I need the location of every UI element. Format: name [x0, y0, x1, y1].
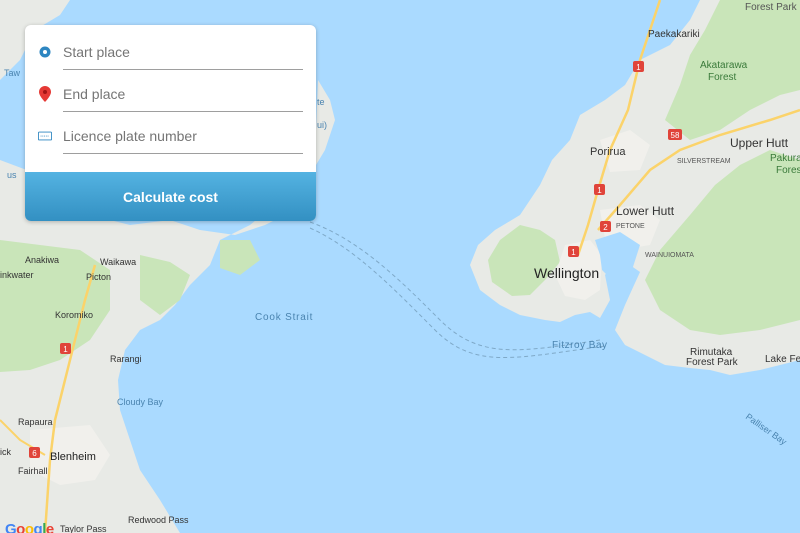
- label-cloudy-bay: Cloudy Bay: [117, 397, 164, 407]
- start-location-icon: [38, 45, 52, 59]
- label-ui: ui): [317, 120, 327, 130]
- label-rarangi: Rarangi: [110, 354, 142, 364]
- label-petone: PETONE: [616, 223, 645, 230]
- highway-shield-6: 6: [29, 447, 40, 458]
- label-rapaura: Rapaura: [18, 417, 53, 427]
- route-form-panel: Calculate cost: [25, 25, 316, 221]
- licence-plate-input[interactable]: [63, 118, 303, 154]
- end-place-input[interactable]: [63, 76, 303, 112]
- label-linkwater: inkwater: [0, 270, 34, 280]
- highway-shield-2: 2: [600, 221, 611, 232]
- label-taylor-pass: Taylor Pass: [60, 524, 107, 533]
- map-pin-icon: [38, 86, 52, 102]
- label-koromiko: Koromiko: [55, 310, 93, 320]
- label-lower-hutt: Lower Hutt: [616, 204, 675, 218]
- label-ick: ick: [0, 447, 11, 457]
- label-waikawa: Waikawa: [100, 257, 136, 267]
- svg-text:1: 1: [571, 248, 576, 257]
- label-forest-park: Forest Park: [745, 2, 798, 13]
- highway-shield-1c: 1: [568, 246, 579, 257]
- label-picton: Picton: [86, 272, 111, 282]
- label-fitzroy-bay: Fitzroy Bay: [552, 340, 608, 351]
- label-taw: Taw: [4, 68, 21, 78]
- label-akatarawa-1: Akatarawa: [700, 60, 748, 71]
- label-lake-fe: Lake Fe: [765, 354, 800, 365]
- svg-text:1: 1: [636, 63, 641, 72]
- label-te: te: [317, 97, 325, 107]
- start-place-input[interactable]: [63, 34, 303, 70]
- label-cook-strait: Cook Strait: [255, 312, 313, 323]
- label-akatarawa-2: Forest: [708, 72, 737, 83]
- label-redwood-pass: Redwood Pass: [128, 515, 189, 525]
- svg-text:1: 1: [597, 186, 602, 195]
- label-blenheim: Blenheim: [50, 451, 96, 463]
- google-attribution-logo[interactable]: Google: [5, 521, 54, 533]
- label-wellington: Wellington: [534, 265, 599, 281]
- label-silverstream: SILVERSTREAM: [677, 158, 731, 165]
- licence-plate-row: [25, 115, 316, 155]
- calculate-cost-button[interactable]: Calculate cost: [25, 172, 316, 221]
- licence-plate-icon: [38, 129, 52, 143]
- label-us: us: [7, 170, 17, 180]
- svg-text:1: 1: [63, 345, 68, 354]
- start-place-row: [25, 31, 316, 71]
- label-porirua: Porirua: [590, 146, 626, 158]
- label-pakura-1: Pakura: [770, 153, 800, 164]
- label-pakura-2: Fores: [776, 165, 800, 176]
- label-wainuiomata: WAINUIOMATA: [645, 252, 694, 259]
- highway-shield-58: 58: [668, 129, 682, 140]
- label-rimutaka-2: Forest Park: [686, 357, 739, 368]
- svg-text:6: 6: [32, 449, 37, 458]
- label-paekakariki: Paekakariki: [648, 29, 700, 40]
- highway-shield-1a: 1: [633, 61, 644, 72]
- label-anakiwa: Anakiwa: [25, 255, 59, 265]
- end-place-row: [25, 73, 316, 113]
- label-upper-hutt: Upper Hutt: [730, 136, 789, 150]
- label-fairhall: Fairhall: [18, 466, 48, 476]
- highway-shield-1d: 1: [60, 343, 71, 354]
- svg-text:2: 2: [603, 223, 608, 232]
- svg-text:58: 58: [671, 131, 680, 140]
- highway-shield-1b: 1: [594, 184, 605, 195]
